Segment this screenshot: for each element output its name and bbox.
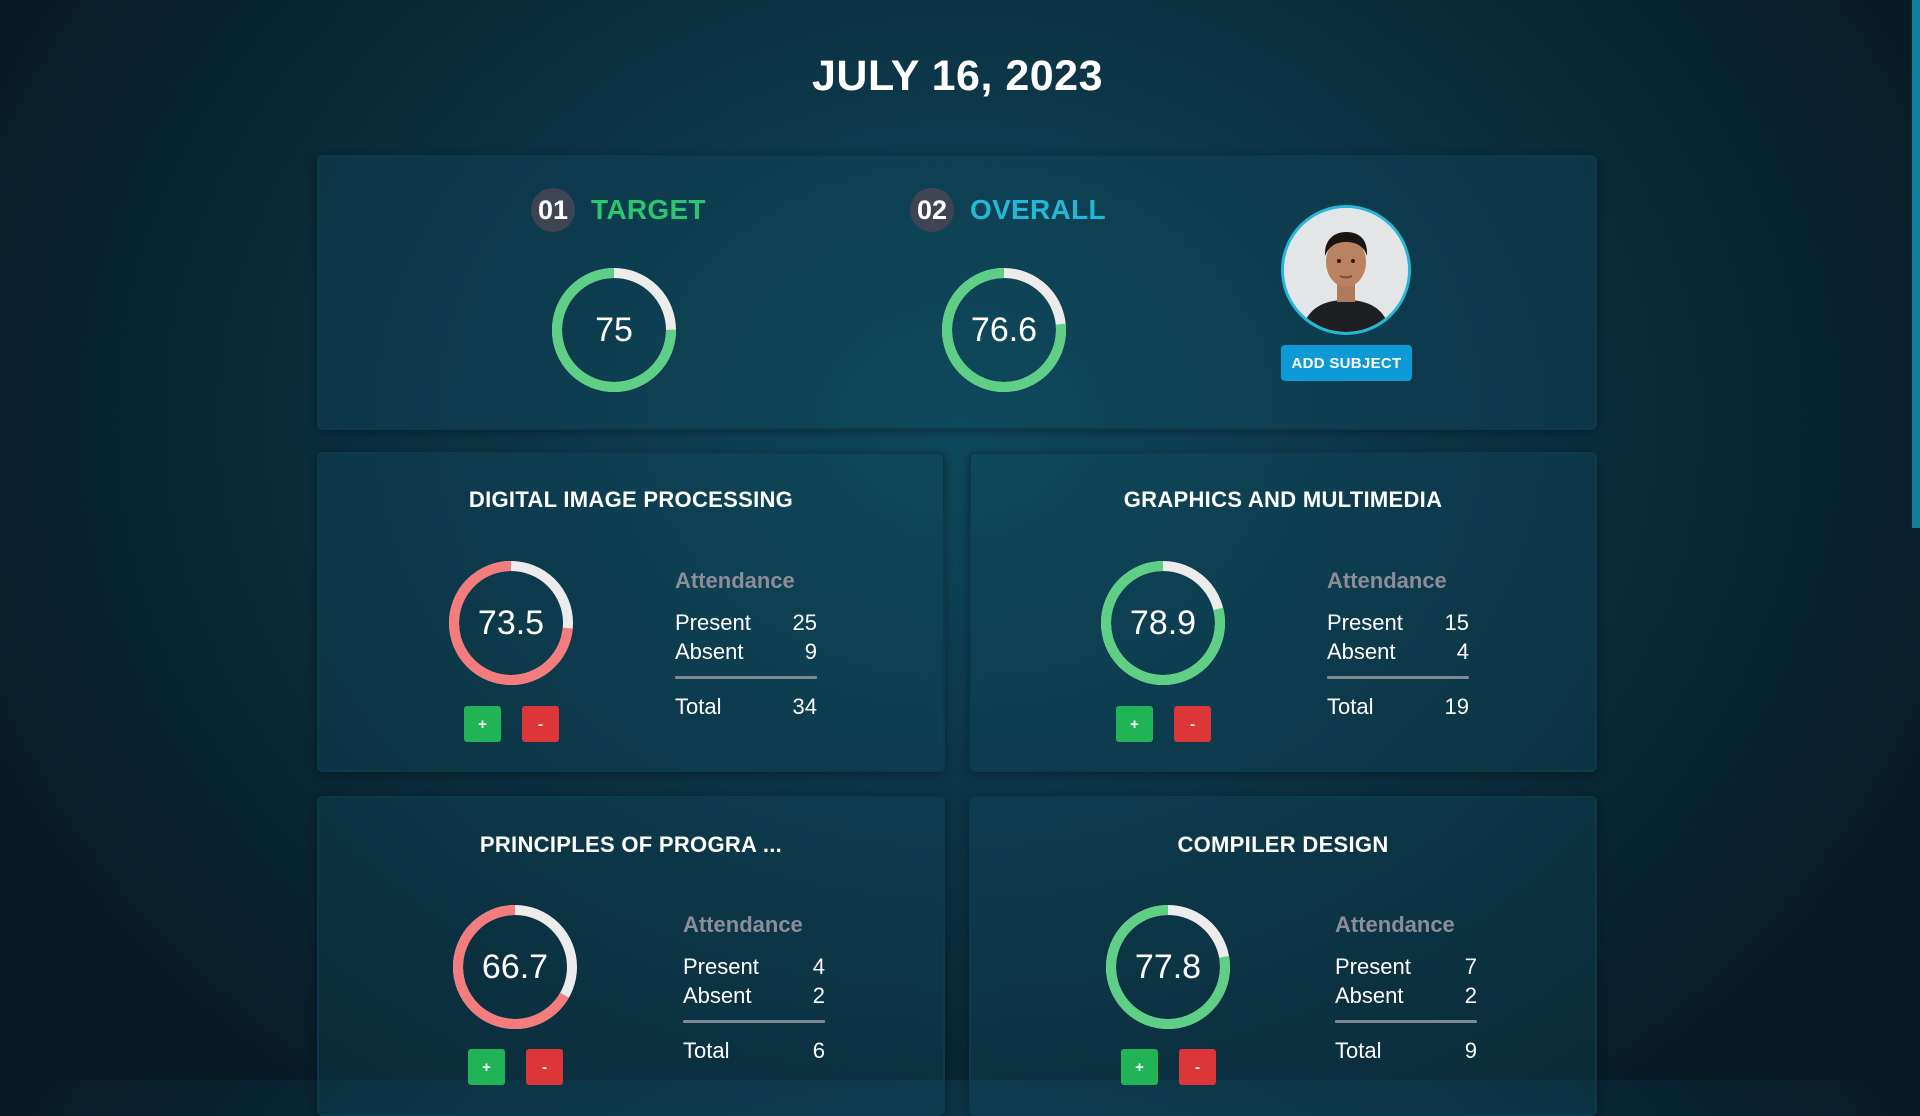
total-row-value: 19 — [1444, 694, 1469, 719]
total-row-value: 34 — [792, 694, 817, 719]
mark-present-button[interactable]: + — [1116, 706, 1153, 742]
attendance-heading: Attendance — [1327, 568, 1447, 593]
attendance-stats: Attendance Present 7 Absent 2 Total 9 — [1335, 912, 1477, 1065]
present-row: Present 4 — [683, 952, 825, 981]
absent-row-label: Absent — [1335, 983, 1404, 1008]
present-row-value: 4 — [812, 954, 825, 979]
present-row-value: 7 — [1464, 954, 1477, 979]
absent-row-label: Absent — [683, 983, 752, 1008]
subject-title: PRINCIPLES OF PROGRA ... — [479, 832, 783, 857]
subject-title: DIGITAL IMAGE PROCESSING — [468, 487, 794, 512]
attendance-heading: Attendance — [1335, 912, 1455, 937]
present-row: Present 25 — [675, 608, 817, 637]
present-row-value: 25 — [792, 610, 817, 635]
overall-label: OVERALL — [970, 194, 1106, 225]
total-row-value: 9 — [1464, 1038, 1477, 1063]
absent-row-label: Absent — [675, 639, 744, 664]
attendance-heading: Attendance — [675, 568, 795, 593]
overall-header: 02 OVERALL — [910, 187, 1106, 233]
target-header: 01 TARGET — [531, 187, 706, 233]
present-row: Present 15 — [1327, 608, 1469, 637]
absent-row-label: Absent — [1327, 639, 1396, 664]
absent-row-value: 2 — [812, 983, 825, 1008]
present-row: Present 7 — [1335, 952, 1477, 981]
attendance-stats: Attendance Present 25 Absent 9 Total 34 — [675, 568, 817, 721]
absent-row-value: 2 — [1464, 983, 1477, 1008]
mark-absent-button[interactable]: - — [522, 706, 559, 742]
total-row: Total 34 — [675, 692, 817, 721]
absent-row-value: 9 — [804, 639, 817, 664]
target-label: TARGET — [591, 194, 706, 225]
stats-divider — [675, 676, 817, 679]
present-row-label: Present — [1327, 610, 1403, 635]
overall-ring: 76.6 — [939, 265, 1069, 395]
attendance-heading: Attendance — [683, 912, 803, 937]
subject-attendance-ring: 66.7 — [450, 902, 580, 1032]
present-row-label: Present — [675, 610, 751, 635]
stats-divider — [1335, 1020, 1477, 1023]
total-row-label: Total — [1327, 694, 1374, 719]
total-row-value: 6 — [812, 1038, 825, 1063]
subject-card: COMPILER DESIGN — [969, 796, 1597, 1116]
subject-attendance-ring: 73.5 — [446, 558, 576, 688]
absent-row: Absent 2 — [683, 981, 825, 1010]
attendance-stats: Attendance Present 15 Absent 4 Total 19 — [1327, 568, 1469, 721]
user-avatar[interactable] — [1281, 205, 1411, 335]
ring-value: 66.7 — [481, 948, 549, 986]
mark-present-button[interactable]: + — [464, 706, 501, 742]
subject-card: PRINCIPLES OF PROGRA ... — [317, 796, 945, 1116]
subject-attendance-ring: 77.8 — [1103, 902, 1233, 1032]
present-row-value: 15 — [1444, 610, 1469, 635]
total-row: Total 9 — [1335, 1036, 1477, 1065]
present-row-label: Present — [1335, 954, 1411, 979]
subject-title: GRAPHICS AND MULTIMEDIA — [1123, 487, 1443, 512]
overall-number-badge: 02 — [910, 188, 954, 232]
target-ring: 75 — [549, 265, 679, 395]
absent-row: Absent 9 — [675, 637, 817, 666]
target-number-badge: 01 — [531, 188, 575, 232]
ring-value: 76.6 — [970, 311, 1038, 349]
mark-absent-button[interactable]: - — [1174, 706, 1211, 742]
user-photo — [1284, 208, 1408, 332]
subject-card: DIGITAL IMAGE PROCESSING — [317, 452, 945, 772]
ring-value: 77.8 — [1134, 948, 1202, 986]
total-row: Total 19 — [1327, 692, 1469, 721]
present-row-label: Present — [683, 954, 759, 979]
subject-card: GRAPHICS AND MULTIMEDIA — [969, 452, 1597, 772]
stats-divider — [683, 1020, 825, 1023]
total-row-label: Total — [675, 694, 722, 719]
ring-value: 73.5 — [477, 604, 545, 642]
absent-row-value: 4 — [1456, 639, 1469, 664]
subject-title: COMPILER DESIGN — [1177, 832, 1389, 857]
ring-value: 75 — [595, 311, 633, 349]
total-row: Total 6 — [683, 1036, 825, 1065]
ring-value: 78.9 — [1129, 604, 1197, 642]
page-title: JULY 16, 2023 — [811, 52, 1104, 100]
total-row-label: Total — [1335, 1038, 1382, 1063]
stats-divider — [1327, 676, 1469, 679]
absent-row: Absent 2 — [1335, 981, 1477, 1010]
attendance-stats: Attendance Present 4 Absent 2 Total 6 — [683, 912, 825, 1065]
absent-row: Absent 4 — [1327, 637, 1469, 666]
scrollbar-thumb[interactable] — [1912, 0, 1920, 528]
subject-attendance-ring: 78.9 — [1098, 558, 1228, 688]
total-row-label: Total — [683, 1038, 730, 1063]
add-subject-button[interactable]: ADD SUBJECT — [1281, 345, 1412, 381]
